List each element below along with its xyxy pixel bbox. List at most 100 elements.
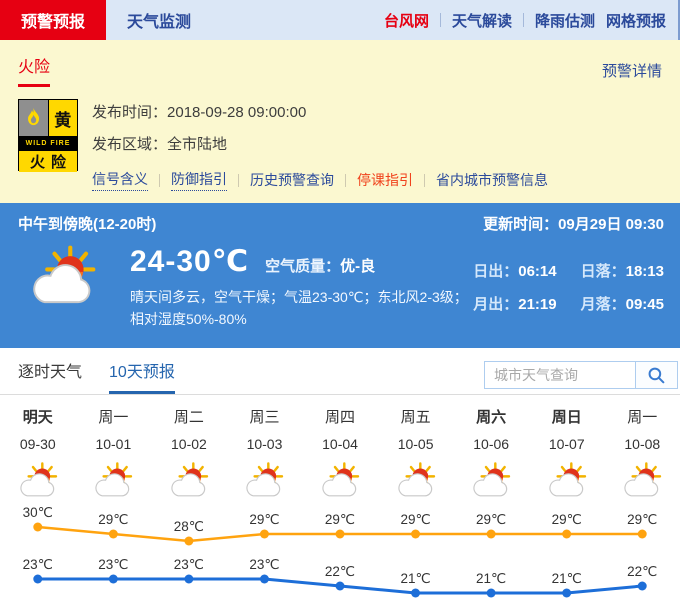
publish-area-value: 全市陆地	[167, 136, 227, 153]
forecast-column: 周一10-01	[76, 406, 152, 504]
link-province-city-warnings[interactable]: 省内城市预警信息	[436, 170, 548, 190]
forecast-day-label: 周日	[529, 406, 605, 427]
warning-category-tab-fire-risk[interactable]: 火险	[18, 53, 50, 87]
low-temp-point	[638, 582, 647, 591]
link-signal-meaning[interactable]: 信号含义	[92, 169, 148, 191]
low-temp-point	[562, 589, 571, 598]
forecast-date-label: 10-03	[227, 436, 303, 452]
low-temp-label: 23℃	[249, 557, 279, 572]
high-temp-label: 29℃	[249, 512, 279, 527]
city-weather-search	[484, 361, 678, 389]
low-temp-point	[184, 575, 193, 584]
forecast-day-label: 周四	[302, 406, 378, 427]
warning-info: 发布时间：2018-09-28 09:00:00 发布区域：全市陆地 信号含义 …	[92, 99, 548, 191]
low-temp-label: 21℃	[552, 571, 582, 586]
tab-10day-forecast[interactable]: 10天预报	[109, 358, 175, 394]
low-temp-label: 21℃	[400, 571, 430, 586]
tab-hourly-weather[interactable]: 逐时天气	[18, 358, 82, 394]
nav-link-grid-forecast[interactable]: 网格预报	[606, 10, 666, 31]
search-icon	[647, 366, 666, 385]
warning-section: 火险 预警详情 黄 WILD FIRE 火险 发布时间：2018-	[0, 40, 680, 203]
nav-link-weather-interpretation[interactable]: 天气解读	[452, 10, 512, 31]
forecast-date-label: 10-01	[76, 436, 152, 452]
divider	[345, 174, 346, 187]
forecast-column: 周二10-02	[151, 406, 227, 504]
link-history-warning-query[interactable]: 历史预警查询	[250, 170, 334, 190]
forecast-column: 周三10-03	[227, 406, 303, 504]
warning-details-link[interactable]: 预警详情	[602, 60, 662, 81]
forecast-column: 周六 10-06	[453, 406, 529, 504]
forecast-date-label: 10-08	[605, 436, 680, 452]
warning-links: 信号含义 防御指引 历史预警查询 停课指引 省内城市预警信息	[92, 169, 548, 191]
top-nav: 预警预报 天气监测 台风网 天气解读 降雨估测 网格预报	[0, 0, 680, 40]
divider	[523, 13, 524, 27]
high-temp-label: 29℃	[476, 512, 506, 527]
publish-time-value: 2018-09-28 09:00:00	[167, 104, 306, 121]
nav-links: 台风网 天气解读 降雨估测 网格预报	[384, 0, 678, 40]
high-temp-label: 29℃	[552, 512, 582, 527]
low-temp-point	[487, 589, 496, 598]
partly-cloudy-icon	[24, 244, 102, 307]
temperature-range: 24-30℃	[130, 244, 249, 279]
high-temp-label: 29℃	[400, 512, 430, 527]
partly-cloudy-icon	[15, 461, 61, 499]
partly-cloudy-icon	[317, 461, 363, 499]
high-temp-point	[336, 530, 345, 539]
high-temp-label: 29℃	[98, 512, 128, 527]
publish-time-label: 发布时间：	[92, 104, 167, 121]
search-button[interactable]	[636, 361, 678, 389]
forecast-date-label: 10-06	[453, 436, 529, 452]
nav-tab-weather-monitor[interactable]: 天气监测	[106, 0, 212, 40]
forecast-days-grid: 明天 09-30 周一10-01 周二10-02	[0, 406, 680, 504]
link-defense-guide[interactable]: 防御指引	[171, 169, 227, 191]
nav-link-rain-estimate[interactable]: 降雨估测	[535, 10, 595, 31]
publish-area-label: 发布区域：	[92, 136, 167, 153]
link-class-suspension-guide[interactable]: 停课指引	[357, 170, 413, 190]
weather-widget: 预警预报 天气监测 台风网 天气解读 降雨估测 网格预报 火险 预警详情	[0, 0, 680, 611]
publish-time-row: 发布时间：2018-09-28 09:00:00	[92, 101, 548, 122]
low-temp-label: 22℃	[627, 564, 657, 579]
divider	[440, 13, 441, 27]
update-time: 更新时间：09月29日 09:30	[483, 213, 664, 234]
divider	[159, 174, 160, 187]
partly-cloudy-icon	[544, 461, 590, 499]
forecast-column: 周四 10-04	[302, 406, 378, 504]
low-temp-label: 21℃	[476, 571, 506, 586]
forecast-day-label: 周六	[453, 406, 529, 427]
current-weather-icon	[24, 244, 102, 330]
forecast-column: 周日10-07	[529, 406, 605, 504]
nav-link-typhoon[interactable]: 台风网	[384, 10, 429, 31]
sunset: 日落：18:13	[581, 260, 664, 281]
low-temp-point	[109, 575, 118, 584]
nav-tab-warning-forecast[interactable]: 预警预报	[0, 0, 106, 40]
forecast-day-label: 明天	[0, 406, 76, 427]
forecast-section: 逐时天气 10天预报 明天 09-30 周一10-01	[0, 348, 680, 611]
forecast-column: 周五10-05	[378, 406, 454, 504]
publish-area-row: 发布区域：全市陆地	[92, 133, 548, 154]
temperature-trend-chart: 30℃29℃28℃29℃29℃29℃29℃29℃29℃23℃23℃23℃23℃2…	[0, 504, 680, 611]
high-temp-point	[487, 530, 496, 539]
low-temp-label: 23℃	[174, 557, 204, 572]
moonset: 月落：09:45	[581, 293, 664, 314]
partly-cloudy-icon	[90, 461, 136, 499]
high-temp-point	[638, 530, 647, 539]
forecast-date-label: 10-04	[302, 436, 378, 452]
flame-icon	[19, 100, 48, 136]
high-temp-label: 29℃	[325, 512, 355, 527]
high-temp-point	[562, 530, 571, 539]
partly-cloudy-icon	[619, 461, 665, 499]
forecast-column: 明天 09-30	[0, 406, 76, 504]
moonrise: 月出：21:19	[473, 293, 556, 314]
low-temp-point	[411, 589, 420, 598]
divider	[238, 174, 239, 187]
current-weather-panel: 中午到傍晚(12-20时) 更新时间：09月29日 09:30 24-30℃ 空…	[0, 203, 680, 348]
forecast-date-label: 09-30	[0, 436, 76, 452]
partly-cloudy-icon	[468, 461, 514, 499]
badge-type-cn: 火险	[19, 151, 77, 172]
city-search-input[interactable]	[484, 361, 636, 389]
badge-type-en: WILD FIRE	[19, 137, 77, 150]
low-temp-point	[33, 575, 42, 584]
high-temp-label: 30℃	[23, 505, 53, 520]
forecast-period-title: 中午到傍晚(12-20时)	[18, 213, 156, 234]
air-quality-value: 优-良	[340, 258, 375, 275]
